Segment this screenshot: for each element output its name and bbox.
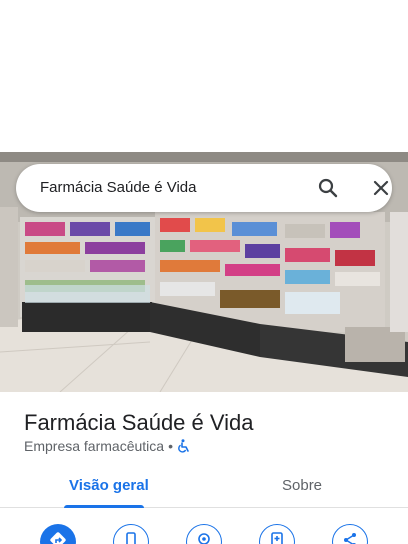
wheelchair-accessible-icon xyxy=(177,439,191,453)
place-category: Empresa farmacêutica xyxy=(24,438,165,454)
share-icon xyxy=(342,532,358,544)
tab-selected-indicator xyxy=(64,505,144,508)
place-info-sheet: Farmácia Saúde é Vida Empresa farmacêuti… xyxy=(0,392,408,544)
place-category-row: Empresa farmacêutica • xyxy=(24,438,191,454)
call-button[interactable] xyxy=(113,524,149,544)
place-title: Farmácia Saúde é Vida xyxy=(24,410,254,435)
separator-dot: • xyxy=(168,438,173,454)
share-button[interactable] xyxy=(332,524,368,544)
search-bar[interactable]: Farmácia Saúde é Vida xyxy=(16,164,392,212)
save-icon xyxy=(269,531,285,544)
tab-bar: Visão geral Sobre xyxy=(0,466,408,508)
phone-icon xyxy=(123,531,139,544)
directions-button[interactable] xyxy=(40,524,76,544)
search-icon[interactable] xyxy=(316,176,340,200)
search-query-text[interactable]: Farmácia Saúde é Vida xyxy=(40,179,196,196)
tab-about[interactable]: Sobre xyxy=(282,477,322,494)
location-pin-icon xyxy=(196,532,212,544)
nearby-button[interactable] xyxy=(186,524,222,544)
tab-overview[interactable]: Visão geral xyxy=(69,477,149,494)
map-blank-area xyxy=(0,0,408,152)
save-button[interactable] xyxy=(259,524,295,544)
close-icon[interactable] xyxy=(369,176,393,200)
directions-icon xyxy=(49,531,67,544)
